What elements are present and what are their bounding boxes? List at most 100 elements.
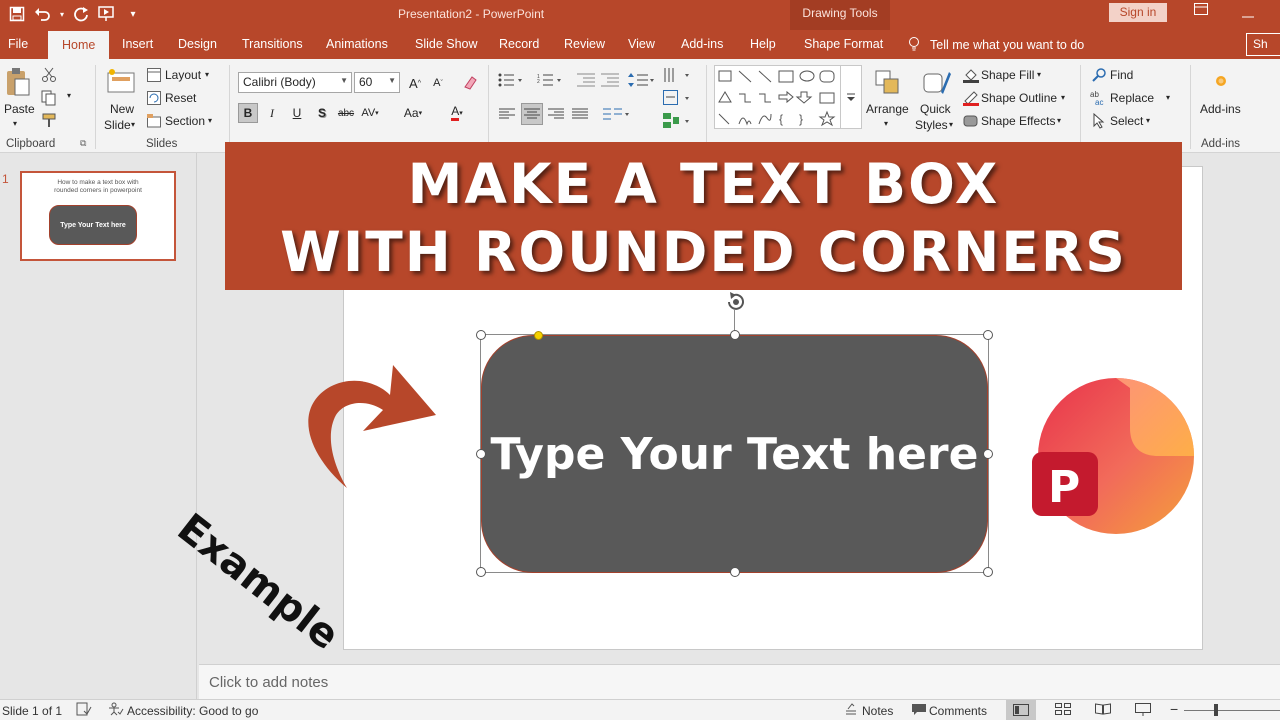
quick-styles-label-2[interactable]: Styles — [915, 118, 948, 132]
increase-font-size-icon[interactable]: A ^ — [405, 73, 425, 93]
layout-dropdown-icon[interactable]: ▾ — [205, 70, 209, 79]
format-painter-icon[interactable] — [40, 111, 58, 129]
customize-qat-icon[interactable]: ▾ — [122, 4, 144, 24]
replace-dropdown-icon[interactable]: ▾ — [1166, 93, 1170, 102]
arrange-dropdown-icon[interactable]: ▾ — [884, 119, 888, 128]
resize-handle-right[interactable] — [983, 449, 993, 459]
comments-icon[interactable] — [911, 703, 927, 719]
spelling-check-icon[interactable] — [76, 702, 92, 719]
undo-dropdown-icon[interactable]: ▾ — [58, 4, 66, 24]
notes-icon[interactable] — [844, 702, 858, 719]
italic-button[interactable]: I — [262, 103, 282, 123]
resize-handle-top-left[interactable] — [476, 330, 486, 340]
comments-button[interactable]: Comments — [929, 704, 987, 718]
corner-radius-adjust-handle[interactable] — [534, 331, 543, 340]
rounded-text-box[interactable]: Type Your Text here — [481, 335, 988, 573]
zoom-slider-thumb[interactable] — [1214, 704, 1218, 716]
section-dropdown-icon[interactable]: ▾ — [208, 116, 212, 125]
arrange-icon[interactable] — [872, 67, 904, 99]
slide-thumbnail[interactable]: How to make a text box with rounded corn… — [20, 171, 176, 261]
clipboard-launcher-icon[interactable]: ⧉ — [80, 138, 86, 149]
font-size-field[interactable]: 60 ▼ — [354, 72, 400, 93]
tab-file[interactable]: File — [8, 37, 28, 51]
character-spacing-button[interactable]: AV ▾ — [360, 103, 380, 123]
section-button[interactable]: Section — [165, 114, 205, 128]
zoom-out-icon[interactable]: − — [1170, 701, 1178, 717]
quick-styles-label-1[interactable]: Quick — [920, 102, 951, 116]
clear-formatting-icon[interactable] — [460, 73, 480, 93]
tell-me-search[interactable]: Tell me what you want to do — [908, 37, 1084, 52]
reset-button[interactable]: Reset — [165, 91, 196, 105]
rotate-handle-icon[interactable] — [725, 291, 747, 313]
resize-handle-bottom[interactable] — [730, 567, 740, 577]
tab-help[interactable]: Help — [750, 37, 776, 51]
save-icon[interactable] — [6, 4, 28, 24]
tab-home[interactable]: Home — [48, 31, 110, 59]
change-case-button[interactable]: Aa ▾ — [398, 103, 428, 123]
numbering-icon[interactable]: 12 — [536, 71, 564, 89]
tab-view[interactable]: View — [628, 37, 655, 51]
resize-handle-left[interactable] — [476, 449, 486, 459]
tab-slide-show[interactable]: Slide Show — [415, 37, 478, 51]
quick-styles-dropdown-icon[interactable]: ▾ — [949, 120, 953, 129]
copy-dropdown-icon[interactable]: ▾ — [67, 91, 71, 100]
ribbon-display-options-icon[interactable] — [1194, 3, 1208, 18]
tab-animations[interactable]: Animations — [326, 37, 388, 51]
font-color-button[interactable]: A ▾ — [442, 103, 472, 123]
minimize-icon[interactable] — [1242, 6, 1254, 21]
shapes-gallery-more-icon[interactable] — [840, 65, 862, 129]
justify-icon[interactable] — [570, 105, 590, 123]
reading-view-icon[interactable] — [1095, 703, 1111, 718]
undo-icon[interactable] — [32, 4, 54, 24]
new-slide-icon[interactable] — [105, 67, 137, 95]
line-spacing-icon[interactable] — [627, 71, 657, 89]
sign-in-button[interactable]: Sign in — [1109, 3, 1167, 22]
resize-handle-bottom-right[interactable] — [983, 567, 993, 577]
shape-outline-icon[interactable] — [962, 89, 980, 107]
shape-effects-dropdown-icon[interactable]: ▾ — [1057, 116, 1061, 125]
increase-indent-icon[interactable] — [600, 71, 620, 89]
reset-icon[interactable] — [146, 90, 162, 106]
add-ins-button[interactable]: Add-ins — [1200, 102, 1241, 116]
paste-dropdown-icon[interactable]: ▾ — [13, 119, 17, 128]
share-button[interactable]: Sh — [1246, 33, 1280, 56]
zoom-slider-track[interactable] — [1184, 710, 1280, 711]
strikethrough-button[interactable]: abc — [336, 103, 356, 123]
layout-button[interactable]: Layout — [165, 68, 201, 82]
present-from-start-icon[interactable] — [96, 4, 118, 24]
find-icon[interactable] — [1090, 66, 1108, 84]
resize-handle-top-right[interactable] — [983, 330, 993, 340]
shape-effects-button[interactable]: Shape Effects — [981, 114, 1056, 128]
select-dropdown-icon[interactable]: ▾ — [1146, 116, 1150, 125]
convert-to-smartart-icon[interactable] — [662, 111, 692, 131]
section-icon[interactable] — [146, 113, 162, 129]
shape-effects-icon[interactable] — [962, 112, 980, 130]
font-name-field[interactable]: Calibri (Body) ▼ — [238, 72, 352, 93]
text-box-content[interactable]: Type Your Text here — [491, 429, 979, 480]
tab-transitions[interactable]: Transitions — [242, 37, 303, 51]
tab-review[interactable]: Review — [564, 37, 605, 51]
tab-record[interactable]: Record — [499, 37, 539, 51]
cut-icon[interactable] — [40, 66, 58, 84]
accessibility-status[interactable]: Accessibility: Good to go — [127, 704, 258, 718]
shape-fill-dropdown-icon[interactable]: ▾ — [1037, 70, 1041, 79]
add-ins-icon[interactable] — [1211, 71, 1231, 91]
shape-fill-button[interactable]: Shape Fill — [981, 68, 1034, 82]
replace-icon[interactable]: ab ac — [1090, 89, 1108, 107]
redo-icon[interactable] — [70, 4, 92, 24]
normal-view-icon[interactable] — [1006, 700, 1036, 720]
resize-handle-top[interactable] — [730, 330, 740, 340]
tab-design[interactable]: Design — [178, 37, 217, 51]
text-direction-icon[interactable] — [662, 65, 692, 85]
tab-shape-format[interactable]: Shape Format — [804, 37, 883, 51]
columns-icon[interactable] — [602, 105, 632, 123]
shape-outline-button[interactable]: Shape Outline — [981, 91, 1057, 105]
align-center-icon[interactable] — [521, 103, 543, 125]
align-text-icon[interactable] — [662, 88, 692, 108]
new-slide-label-1[interactable]: New — [110, 102, 134, 116]
resize-handle-bottom-left[interactable] — [476, 567, 486, 577]
new-slide-label-2[interactable]: Slide — [104, 118, 131, 132]
notes-button[interactable]: Notes — [862, 704, 893, 718]
select-icon[interactable] — [1090, 112, 1108, 130]
slide-indicator[interactable]: Slide 1 of 1 — [2, 704, 62, 718]
